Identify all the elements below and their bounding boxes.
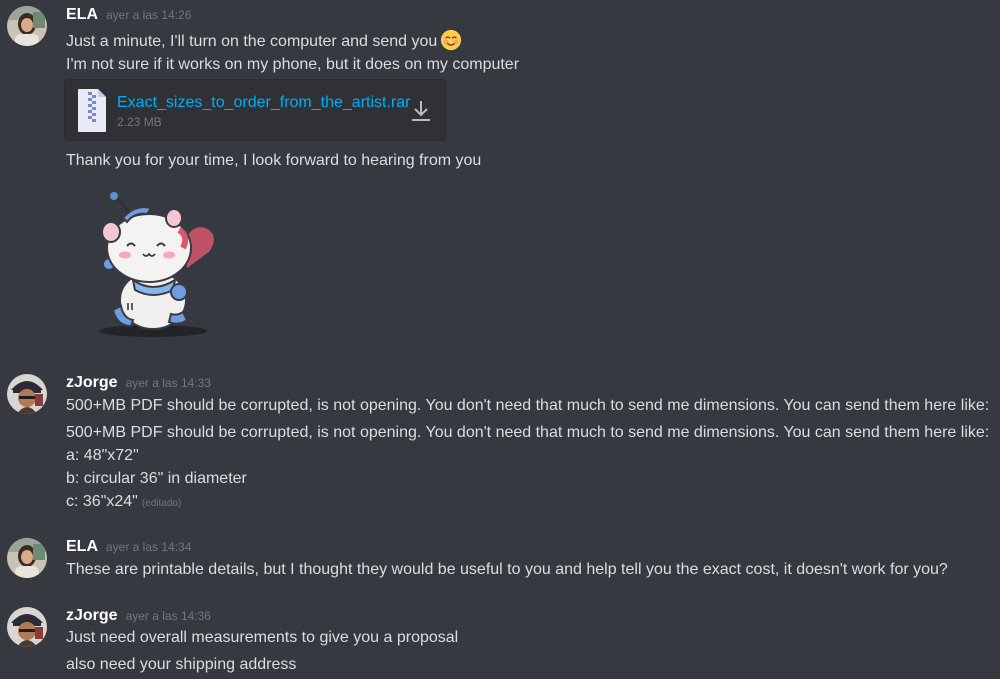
message-line: b: circular 36" in diameter (66, 470, 247, 487)
file-attachment[interactable]: Exact_sizes_to_order_from_the_artist.rar… (64, 79, 446, 141)
archive-file-icon (78, 89, 106, 132)
attachment-size: 2.23 MB (117, 115, 162, 129)
avatar-zjorge[interactable] (7, 607, 47, 647)
message-line: These are printable details, but I thoug… (66, 561, 948, 578)
message-line: Just need overall measurements to give y… (66, 629, 459, 646)
avatar-ela[interactable] (7, 6, 47, 46)
message-header: ELA ayer a las 14:26 (66, 6, 191, 24)
attachment-filename-link[interactable]: Exact_sizes_to_order_from_the_artist.rar (117, 94, 410, 112)
timestamp[interactable]: ayer a las 14:33 (126, 376, 211, 390)
message-header: ELA ayer a las 14:34 (66, 538, 191, 556)
message-line: c: 36"x24" (editado) (66, 493, 181, 511)
username[interactable]: zJorge (66, 607, 118, 624)
username[interactable]: ELA (66, 6, 98, 23)
timestamp[interactable]: ayer a las 14:34 (106, 540, 191, 554)
username[interactable]: zJorge (66, 374, 118, 391)
message-line: 500+MB PDF should be corrupted, is not o… (66, 424, 990, 441)
timestamp[interactable]: ayer a las 14:26 (106, 8, 191, 22)
hamster-sticker[interactable] (93, 188, 221, 340)
timestamp[interactable]: ayer a las 14:36 (126, 609, 211, 623)
smiling-face-icon[interactable] (440, 29, 462, 51)
message-header: zJorge ayer a las 14:36 (66, 607, 211, 625)
message-line: Thank you for your time, I look forward … (66, 152, 482, 169)
edited-label: (editado) (141, 498, 182, 509)
message-text: Just a minute, I'll turn on the computer… (66, 33, 438, 50)
message-line: Just a minute, I'll turn on the computer… (66, 29, 462, 51)
message-line: 500+MB PDF should be corrupted, is not o… (66, 397, 990, 414)
avatar-ela[interactable] (7, 538, 47, 578)
message-line: a: 48"x72" (66, 447, 139, 464)
download-icon[interactable] (409, 98, 433, 124)
message-line: also need your shipping address (66, 656, 297, 673)
message-text: c: 36"x24" (66, 493, 138, 510)
message-line: I'm not sure if it works on my phone, bu… (66, 56, 520, 73)
avatar-zjorge[interactable] (7, 374, 47, 414)
username[interactable]: ELA (66, 538, 98, 555)
message-header: zJorge ayer a las 14:33 (66, 374, 211, 392)
